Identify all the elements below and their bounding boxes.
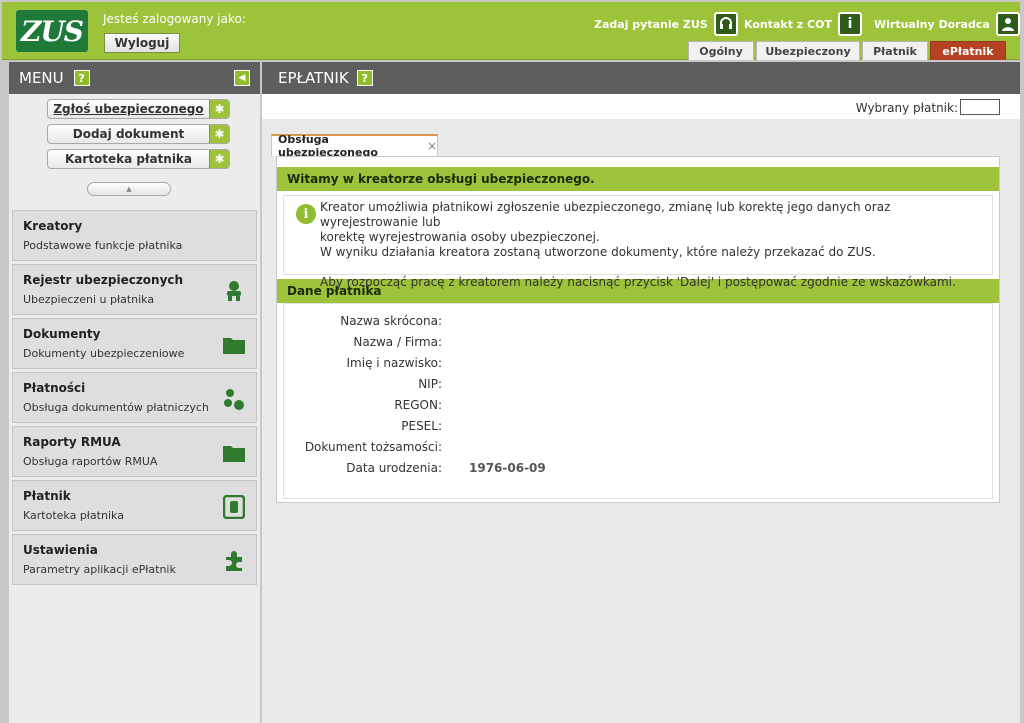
info-line: Kreator umożliwia płatnikowi zgłoszenie … bbox=[320, 200, 891, 229]
field-row: Dokument tożsamości: bbox=[284, 440, 992, 458]
headset-icon bbox=[713, 12, 738, 36]
sidebar-item-subtitle: Podstawowe funkcje płatnika bbox=[23, 239, 183, 252]
sidebar-item-rejestr[interactable]: Rejestr ubezpieczonych Ubezpieczeni u pł… bbox=[12, 264, 257, 315]
top-header: ZUS Jesteś zalogowany jako: Wyloguj Zada… bbox=[2, 2, 1020, 60]
info-line: W wyniku działania kreatora zostaną utwo… bbox=[320, 245, 876, 259]
field-label: NIP: bbox=[418, 377, 442, 391]
virtual-advisor-button[interactable]: Wirtualny Doradca bbox=[874, 11, 1020, 37]
info-icon: i bbox=[837, 12, 862, 36]
ask-zus-button[interactable]: Zadaj pytanie ZUS bbox=[594, 11, 738, 37]
sidebar: MENU ? ◀ Zgłoś ubezpieczonego ✱ Dodaj do… bbox=[9, 62, 260, 723]
logged-in-label: Jesteś zalogowany jako: bbox=[103, 12, 246, 26]
sidebar-item-title: Płatnik bbox=[23, 489, 71, 503]
field-label: Nazwa / Firma: bbox=[353, 335, 442, 349]
scroll-up-button[interactable]: ▲ bbox=[87, 182, 171, 196]
quick-dodaj-dokument[interactable]: Dodaj dokument ✱ bbox=[47, 124, 230, 144]
field-label: PESEL: bbox=[401, 419, 442, 433]
main-content: EPŁATNIK ? Wybrany płatnik: Obsługa ubez… bbox=[262, 62, 1020, 723]
people-icon bbox=[222, 279, 246, 303]
info-line: Aby rozpocząć pracę z kreatorem należy n… bbox=[320, 275, 956, 289]
sidebar-item-subtitle: Obsługa dokumentów płatniczych bbox=[23, 401, 209, 414]
folder-icon bbox=[222, 333, 246, 357]
ask-zus-label: Zadaj pytanie ZUS bbox=[594, 17, 708, 31]
sidebar-item-title: Płatności bbox=[23, 381, 86, 395]
sidebar-item-raporty-rmua[interactable]: Raporty RMUA Obsługa raportów RMUA bbox=[12, 426, 257, 477]
sidebar-item-platnosci[interactable]: Płatności Obsługa dokumentów płatniczych bbox=[12, 372, 257, 423]
contact-cot-button[interactable]: Kontakt z COT i bbox=[744, 11, 862, 37]
sidebar-item-ustawienia[interactable]: Ustawienia Parametry aplikacji ePłatnik bbox=[12, 534, 257, 585]
sidebar-item-subtitle: Kartoteka płatnika bbox=[23, 509, 124, 522]
field-row: REGON: bbox=[284, 398, 992, 416]
menu-title: MENU bbox=[19, 69, 64, 87]
selected-payer-field[interactable] bbox=[960, 99, 1000, 115]
field-label: REGON: bbox=[394, 398, 442, 412]
sidebar-item-subtitle: Obsługa raportów RMUA bbox=[23, 455, 158, 468]
birth-date-value: 1976-06-09 bbox=[469, 461, 546, 475]
sidebar-item-title: Kreatory bbox=[23, 219, 83, 233]
field-row: NIP: bbox=[284, 377, 992, 395]
close-tab-icon[interactable]: × bbox=[427, 139, 437, 153]
tab-platnik[interactable]: Płatnik bbox=[862, 41, 928, 60]
main-header: EPŁATNIK ? bbox=[262, 62, 1020, 94]
page-title: EPŁATNIK bbox=[278, 69, 349, 87]
section-tabs: Ogólny Ubezpieczony Płatnik ePłatnik bbox=[688, 41, 1006, 60]
wizard-icon: ✱ bbox=[209, 100, 229, 118]
field-row: Imię i nazwisko: bbox=[284, 356, 992, 374]
wizard-panel: Witamy w kreatorze obsługi ubezpieczoneg… bbox=[276, 156, 1000, 503]
info-line: korektę wyrejestrowania osoby ubezpieczo… bbox=[320, 230, 600, 244]
field-row: Nazwa / Firma: bbox=[284, 335, 992, 353]
sidebar-item-kreatory[interactable]: Kreatory Podstawowe funkcje płatnika bbox=[12, 210, 257, 261]
menu-header: MENU ? ◀ bbox=[9, 62, 260, 94]
quick-label: Zgłoś ubezpieczonego bbox=[53, 102, 204, 116]
info-box: i Kreator umożliwia płatnikowi zgłoszeni… bbox=[283, 195, 993, 289]
collapse-menu-icon[interactable]: ◀ bbox=[234, 70, 250, 86]
page-help-icon[interactable]: ? bbox=[356, 70, 373, 86]
welcome-heading: Witamy w kreatorze obsługi ubezpieczoneg… bbox=[277, 167, 999, 191]
tab-obsluga-ubezpieczonego[interactable]: Obsługa ubezpieczonego × bbox=[271, 133, 438, 159]
quick-label: Dodaj dokument bbox=[72, 127, 185, 141]
binder-icon bbox=[222, 495, 246, 519]
field-row: Nazwa skrócona: bbox=[284, 314, 992, 332]
sidebar-item-platnik[interactable]: Płatnik Kartoteka płatnika bbox=[12, 480, 257, 531]
sidebar-item-title: Dokumenty bbox=[23, 327, 101, 341]
field-label: Dokument tożsamości: bbox=[304, 440, 442, 454]
tab-eplatnik[interactable]: ePłatnik bbox=[930, 41, 1006, 60]
quick-zglos-ubezpieczonego[interactable]: Zgłoś ubezpieczonego ✱ bbox=[47, 99, 230, 119]
folder-icon bbox=[222, 441, 246, 465]
menu-help-icon[interactable]: ? bbox=[73, 70, 90, 86]
selected-payer-label: Wybrany płatnik: bbox=[855, 101, 958, 115]
logout-button[interactable]: Wyloguj bbox=[104, 33, 180, 53]
tab-ogolny[interactable]: Ogólny bbox=[688, 41, 754, 60]
field-label: Nazwa skrócona: bbox=[340, 314, 442, 328]
sidebar-item-subtitle: Dokumenty ubezpieczeniowe bbox=[23, 347, 185, 360]
coins-icon bbox=[222, 387, 246, 411]
sidebar-item-title: Raporty RMUA bbox=[23, 435, 121, 449]
sidebar-item-subtitle: Ubezpieczeni u płatnika bbox=[23, 293, 155, 306]
person-icon bbox=[995, 12, 1020, 36]
quick-kartoteka-platnika[interactable]: Kartoteka płatnika ✱ bbox=[47, 149, 230, 169]
field-label: Imię i nazwisko: bbox=[346, 356, 442, 370]
field-label: Data urodzenia: bbox=[346, 461, 442, 475]
quick-label: Kartoteka płatnika bbox=[64, 152, 193, 166]
sidebar-item-title: Ustawienia bbox=[23, 543, 98, 557]
zus-logo[interactable]: ZUS bbox=[16, 10, 88, 52]
sidebar-item-subtitle: Parametry aplikacji ePłatnik bbox=[23, 563, 176, 576]
puzzle-icon bbox=[222, 549, 246, 573]
payer-bar: Wybrany płatnik: bbox=[262, 94, 1020, 119]
contact-cot-label: Kontakt z COT bbox=[744, 17, 832, 31]
virtual-advisor-label: Wirtualny Doradca bbox=[874, 17, 990, 31]
wizard-icon: ✱ bbox=[209, 150, 229, 168]
payer-data-fields: Nazwa skrócona: Nazwa / Firma: Imię i na… bbox=[283, 303, 993, 499]
wizard-icon: ✱ bbox=[209, 125, 229, 143]
info-icon: i bbox=[296, 204, 316, 224]
field-row: PESEL: bbox=[284, 419, 992, 437]
sidebar-item-title: Rejestr ubezpieczonych bbox=[23, 273, 184, 287]
tab-ubezpieczony[interactable]: Ubezpieczony bbox=[756, 41, 860, 60]
sidebar-item-dokumenty[interactable]: Dokumenty Dokumenty ubezpieczeniowe bbox=[12, 318, 257, 369]
field-row: Data urodzenia: 1976-06-09 bbox=[284, 461, 992, 479]
